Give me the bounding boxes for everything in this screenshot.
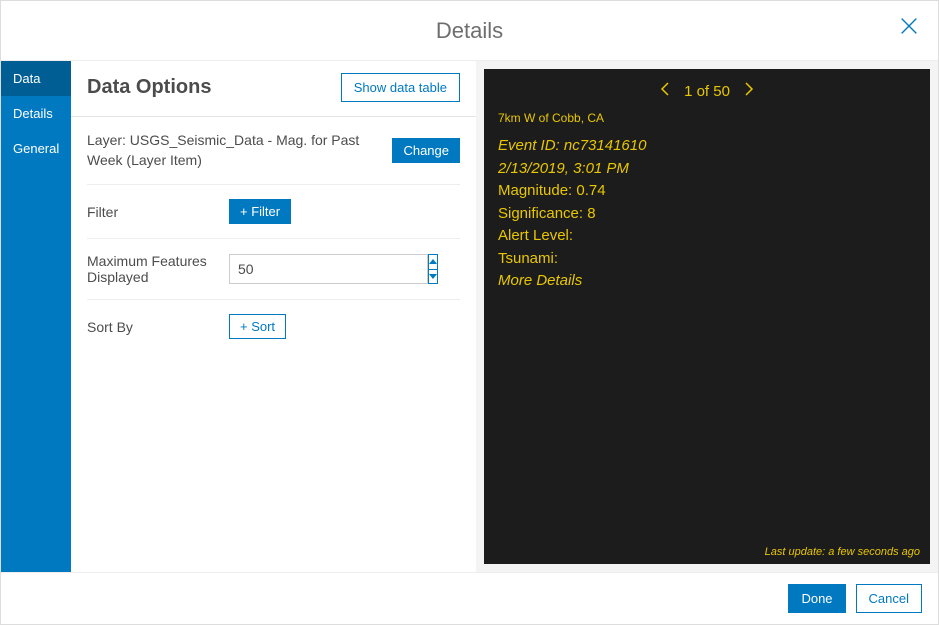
spinner-buttons: [428, 254, 438, 284]
preview-line: Event ID: nc73141610: [498, 135, 920, 158]
filter-label: Filter: [87, 204, 217, 220]
sidebar-tab-label: Details: [13, 106, 53, 121]
add-filter-button[interactable]: + Filter: [229, 199, 291, 224]
spinner-up-icon[interactable]: [429, 255, 437, 270]
modal-header: Details: [1, 1, 938, 61]
preview-feature-title: 7km W of Cobb, CA: [498, 111, 920, 125]
sidebar: Data Details General: [1, 61, 71, 572]
show-data-table-button[interactable]: Show data table: [341, 73, 460, 102]
config-panel: Data Options Show data table Layer: USGS…: [71, 61, 476, 572]
row-filter: Filter + Filter: [87, 185, 460, 239]
details-modal: Details Data Details General Data Option…: [0, 0, 939, 625]
max-features-spinner: [229, 254, 409, 284]
row-max-features: Maximum Features Displayed: [87, 239, 460, 300]
row-layer: Layer: USGS_Seismic_Data - Mag. for Past…: [87, 117, 460, 185]
change-layer-button[interactable]: Change: [392, 138, 460, 163]
max-features-label: Maximum Features Displayed: [87, 253, 217, 285]
preview-line: Significance: 8: [498, 203, 920, 226]
add-sort-button[interactable]: + Sort: [229, 314, 286, 339]
preview-lines: Event ID: nc731416102/13/2019, 3:01 PMMa…: [494, 135, 920, 293]
cancel-button[interactable]: Cancel: [856, 584, 922, 613]
layer-text: Layer: USGS_Seismic_Data - Mag. for Past…: [87, 131, 380, 170]
preview-panel: 1 of 50 7km W of Cobb, CA Event ID: nc73…: [484, 69, 930, 564]
sort-label: Sort By: [87, 319, 217, 335]
modal-body: Data Details General Data Options Show d…: [1, 61, 938, 572]
preview-pager: 1 of 50: [494, 77, 920, 105]
sidebar-tab-label: General: [13, 141, 59, 156]
modal-title: Details: [436, 18, 503, 44]
close-icon[interactable]: [898, 15, 920, 40]
sidebar-tab-details[interactable]: Details: [1, 96, 71, 131]
preview-line: 2/13/2019, 3:01 PM: [498, 158, 920, 181]
preview-line: More Details: [498, 270, 920, 293]
max-features-input[interactable]: [229, 254, 428, 284]
preview-line: Tsunami:: [498, 248, 920, 271]
preview-wrap: 1 of 50 7km W of Cobb, CA Event ID: nc73…: [476, 61, 938, 572]
preview-line: Magnitude: 0.74: [498, 180, 920, 203]
config-rows: Layer: USGS_Seismic_Data - Mag. for Past…: [71, 117, 476, 353]
row-sort: Sort By + Sort: [87, 300, 460, 353]
done-button[interactable]: Done: [788, 584, 845, 613]
preview-footer: Last update: a few seconds ago: [765, 546, 920, 558]
sidebar-tab-general[interactable]: General: [1, 131, 71, 166]
pager-text: 1 of 50: [684, 83, 730, 100]
pager-next-icon[interactable]: [744, 82, 754, 100]
panel-title: Data Options: [87, 76, 211, 99]
pager-prev-icon[interactable]: [660, 82, 670, 100]
sidebar-tab-data[interactable]: Data: [1, 61, 71, 96]
modal-footer: Done Cancel: [1, 572, 938, 624]
panel-header: Data Options Show data table: [71, 61, 476, 117]
spinner-down-icon[interactable]: [429, 270, 437, 284]
sidebar-tab-label: Data: [13, 71, 40, 86]
preview-line: Alert Level:: [498, 225, 920, 248]
